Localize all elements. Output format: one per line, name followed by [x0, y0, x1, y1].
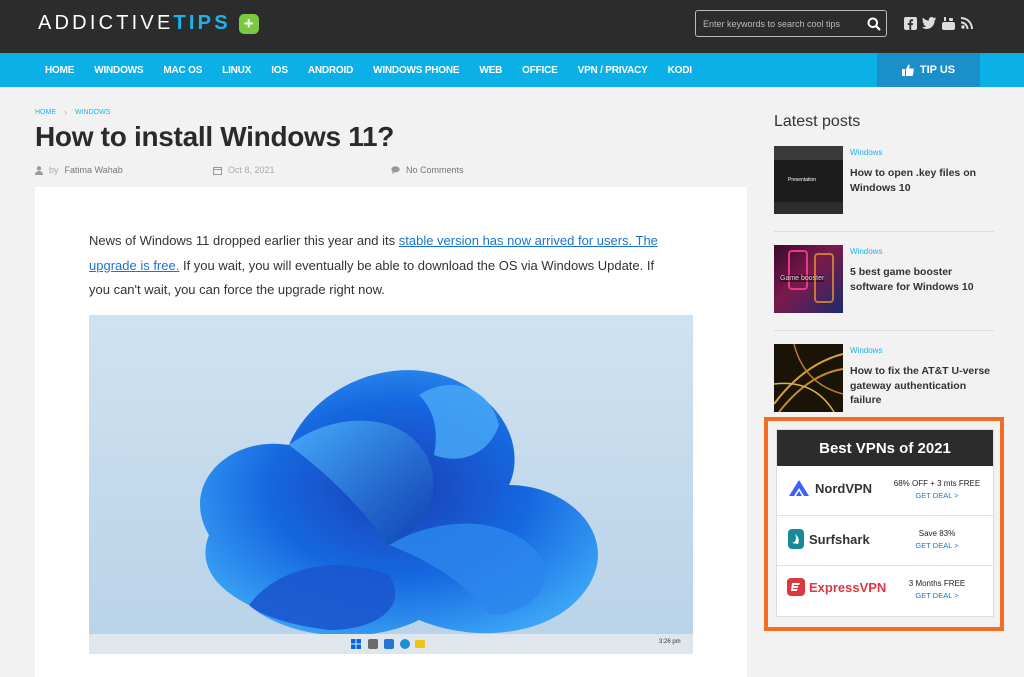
taskbar-time: 3:26 pm: [659, 639, 681, 645]
vpn-row-surfshark[interactable]: Surfshark Save 83% GET DEAL >: [777, 516, 993, 566]
comments-meta: No Comments: [391, 165, 464, 175]
vpn-offer-text: Save 83%: [918, 529, 956, 538]
social-links: [903, 16, 974, 30]
get-deal-link[interactable]: GET DEAL >: [887, 491, 987, 500]
tip-us-label: TIP US: [919, 64, 956, 76]
windows-11-wallpaper-image: 3:26 pm: [89, 315, 693, 654]
search-input[interactable]: [696, 18, 862, 29]
intro-text-start: News of Windows 11 dropped earlier this …: [89, 233, 399, 248]
vpn-offer: 68% OFF + 3 mts FREE GET DEAL >: [887, 479, 987, 500]
author-meta: by Fatima Wahab: [35, 165, 123, 175]
nav-item-windows[interactable]: WINDOWS: [84, 65, 153, 76]
nav-item-android[interactable]: ANDROID: [298, 65, 363, 76]
vpn-offer-text: 3 Months FREE: [908, 579, 966, 588]
logo-plus-icon: +: [238, 13, 259, 34]
surfshark-name: Surfshark: [809, 531, 870, 547]
vpn-offer: 3 Months FREE GET DEAL >: [887, 579, 987, 600]
nav-item-office[interactable]: OFFICE: [512, 65, 567, 76]
author-prefix: by: [49, 165, 59, 175]
user-icon: [35, 165, 43, 175]
top-header: ADDICTIVE TIPS +: [0, 0, 1024, 53]
logo-text-tips: TIPS: [173, 12, 231, 34]
nav-item-linux[interactable]: LINUX: [212, 65, 261, 76]
post-divider: [774, 330, 994, 331]
expressvpn-logo[interactable]: ExpressVPN: [787, 578, 886, 596]
post-thumbnail[interactable]: Presentation: [774, 146, 843, 214]
logo-text-addictive: ADDICTIVE: [38, 12, 174, 34]
nav-menu: HOME WINDOWS MAC OS LINUX IOS ANDROID WI…: [35, 53, 702, 87]
main-nav: HOME WINDOWS MAC OS LINUX IOS ANDROID WI…: [0, 53, 1024, 87]
nordvpn-name: NordVPN: [815, 480, 873, 496]
thumbs-up-icon: [901, 64, 914, 76]
intro-paragraph: News of Windows 11 dropped earlier this …: [89, 229, 669, 303]
post-divider: [774, 231, 994, 232]
post-title[interactable]: How to open .key files on Windows 10: [850, 166, 990, 195]
vpn-offer-text: 68% OFF + 3 mts FREE: [893, 479, 981, 488]
nav-item-ios[interactable]: IOS: [261, 65, 298, 76]
article-body: News of Windows 11 dropped earlier this …: [35, 187, 747, 677]
latest-post-item[interactable]: Game booster Windows 5 best game booster…: [774, 245, 994, 315]
site-logo[interactable]: ADDICTIVE TIPS +: [38, 12, 259, 35]
nav-item-macos[interactable]: MAC OS: [153, 65, 212, 76]
breadcrumb-home[interactable]: HOME: [35, 109, 56, 116]
post-title[interactable]: 5 best game booster software for Windows…: [850, 265, 990, 294]
get-deal-link[interactable]: GET DEAL >: [887, 591, 987, 600]
chevron-right-icon: ›: [64, 107, 67, 117]
post-category[interactable]: Windows: [850, 148, 882, 157]
post-category[interactable]: Windows: [850, 247, 882, 256]
latest-posts-heading: Latest posts: [774, 113, 861, 130]
surfshark-logo[interactable]: Surfshark: [787, 528, 870, 550]
surfshark-icon: [788, 529, 804, 549]
nav-item-home[interactable]: HOME: [35, 65, 84, 76]
post-thumbnail[interactable]: Game booster: [774, 245, 843, 313]
thumbnail-caption: Presentation: [788, 177, 817, 183]
comment-icon: [391, 166, 400, 174]
vpn-promo-widget: Best VPNs of 2021 NordVPN 68% OFF + 3 mt…: [764, 417, 1004, 631]
nav-item-windows-phone[interactable]: WINDOWS PHONE: [363, 65, 469, 76]
youtube-icon[interactable]: [941, 16, 955, 30]
vpn-row-expressvpn[interactable]: ExpressVPN 3 Months FREE GET DEAL >: [777, 566, 993, 616]
post-title[interactable]: How to fix the AT&T U-verse gateway auth…: [850, 364, 990, 408]
breadcrumb-section[interactable]: WINDOWS: [75, 109, 110, 116]
search-box: [695, 10, 887, 37]
author-name[interactable]: Fatima Wahab: [65, 165, 123, 175]
twitter-icon[interactable]: [922, 16, 936, 30]
get-deal-link[interactable]: GET DEAL >: [887, 541, 987, 550]
search-icon[interactable]: [862, 11, 886, 36]
breadcrumb: HOME › WINDOWS: [35, 107, 110, 117]
nav-item-web[interactable]: WEB: [469, 65, 512, 76]
nordvpn-logo[interactable]: NordVPN: [787, 478, 872, 498]
page-title: How to install Windows 11?: [35, 121, 395, 152]
latest-post-item[interactable]: Windows How to fix the AT&T U-verse gate…: [774, 344, 994, 414]
vpn-offer: Save 83% GET DEAL >: [887, 529, 987, 550]
facebook-icon[interactable]: [903, 16, 917, 30]
post-date: Oct 8, 2021: [228, 165, 275, 175]
rss-icon[interactable]: [960, 16, 974, 30]
expressvpn-name: ExpressVPN: [809, 579, 887, 595]
post-thumbnail[interactable]: [774, 344, 843, 412]
nav-item-vpn-privacy[interactable]: VPN / PRIVACY: [568, 65, 658, 76]
post-category[interactable]: Windows: [850, 346, 882, 355]
latest-post-item[interactable]: Presentation Windows How to open .key fi…: [774, 146, 994, 216]
date-meta: Oct 8, 2021: [213, 165, 275, 175]
windows-taskbar: 3:26 pm: [89, 634, 693, 654]
nordvpn-mountain-icon: [789, 480, 809, 496]
expressvpn-icon: [787, 578, 805, 596]
comments-count[interactable]: No Comments: [406, 165, 464, 175]
nav-item-kodi[interactable]: KODI: [658, 65, 702, 76]
vpn-promo-panel: Best VPNs of 2021 NordVPN 68% OFF + 3 mt…: [776, 429, 994, 617]
calendar-icon: [213, 166, 222, 175]
tip-us-button[interactable]: TIP US: [877, 53, 980, 87]
vpn-heading: Best VPNs of 2021: [777, 430, 993, 466]
vpn-row-nordvpn[interactable]: NordVPN 68% OFF + 3 mts FREE GET DEAL >: [777, 466, 993, 516]
